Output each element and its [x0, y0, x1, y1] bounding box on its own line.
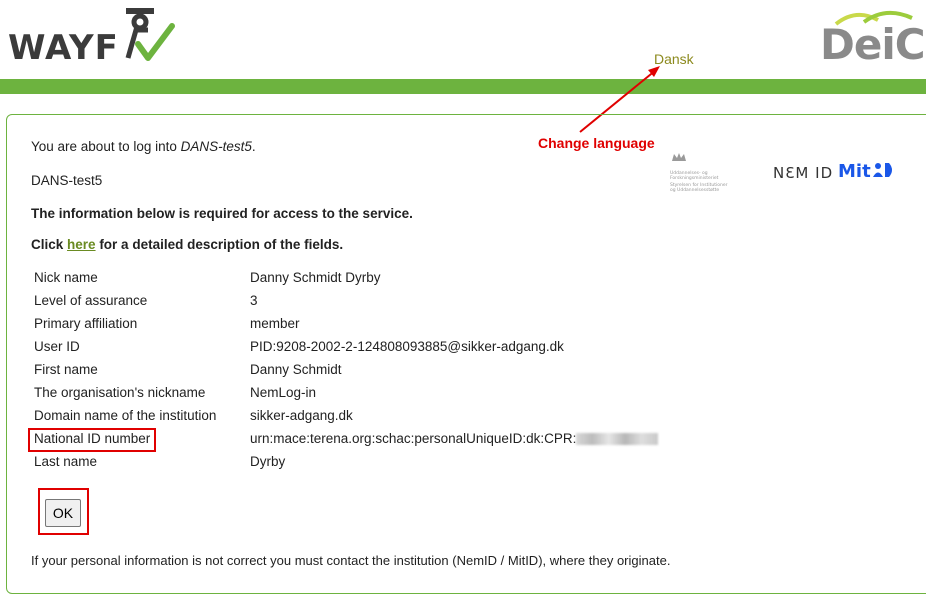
footer-note: If your personal information is not corr… [31, 553, 671, 568]
attribute-value: sikker-adgang.dk [250, 408, 353, 423]
attribute-name: User ID [34, 339, 80, 354]
attribute-value: Dyrby [250, 454, 286, 469]
page-header: WAYF Dansk DeiC [0, 0, 926, 80]
login-intro: You are about to log into DANS-test5. [31, 139, 256, 154]
ministry-logo: Uddannelses- og Forskningsministeriet St… [668, 151, 738, 195]
attribute-value: Danny Schmidt Dyrby [250, 270, 381, 285]
crown-icon: Uddannelses- og Forskningsministeriet St… [670, 153, 728, 193]
wayf-logo-text: WAYF [8, 28, 119, 68]
nemid-logo: NƐM ID [773, 164, 834, 182]
svg-text:Forskningsministeriet: Forskningsministeriet [670, 175, 719, 181]
deic-logo-text: DeiC [820, 20, 926, 69]
attribute-name: First name [34, 362, 98, 377]
deic-logo: DeiC [802, 6, 926, 72]
consent-panel [6, 114, 926, 594]
attribute-name: Level of assurance [34, 293, 148, 308]
required-info-text: The information below is required for ac… [31, 206, 413, 221]
attribute-value: member [250, 316, 300, 331]
attribute-name: Nick name [34, 270, 98, 285]
wayf-checkmark-icon [125, 8, 175, 61]
attribute-value: 3 [250, 293, 258, 308]
service-line: DANS-test5 [31, 173, 103, 188]
attribute-value: urn:mace:terena.org:schac:personalUnique… [250, 431, 659, 446]
attribute-name: Last name [34, 454, 98, 469]
header-green-bar [0, 79, 926, 94]
service-name: DANS-test5 [180, 139, 252, 154]
attribute-name: Domain name of the institution [34, 408, 217, 423]
mitid-person-icon [872, 163, 892, 177]
attribute-name: The organisation's nickname [34, 385, 206, 400]
ok-button[interactable]: OK [45, 499, 81, 527]
national-id-highlight-box [28, 428, 156, 452]
redacted-cpr-value [576, 433, 659, 446]
attribute-value: PID:9208-2002-2-124808093885@sikker-adga… [250, 339, 564, 354]
attribute-value: Danny Schmidt [250, 362, 342, 377]
field-description-link[interactable]: here [67, 237, 96, 252]
attribute-value: NemLog-in [250, 385, 317, 400]
mitid-logo: Mit [838, 161, 895, 182]
attribute-name: Primary affiliation [34, 316, 138, 331]
field-description-text: Click here for a detailed description of… [31, 237, 344, 252]
svg-text:og Uddannelsesstøtte: og Uddannelsesstøtte [670, 187, 719, 193]
wayf-logo: WAYF [8, 6, 188, 68]
